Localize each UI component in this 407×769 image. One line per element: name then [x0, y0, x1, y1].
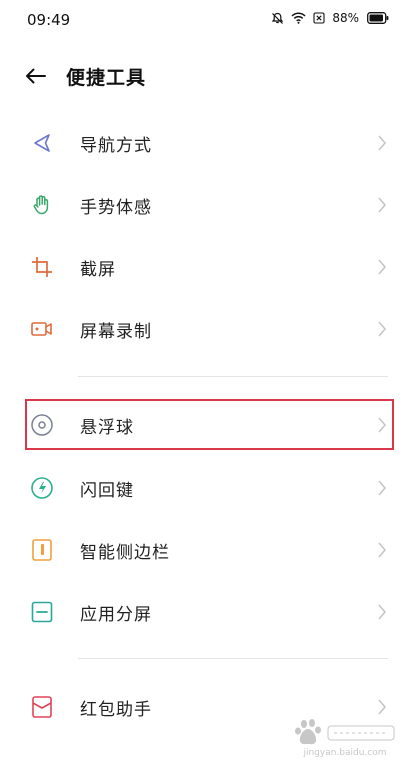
hand-gesture-icon: [30, 193, 54, 217]
battery-percentage: 88%: [332, 11, 359, 25]
chevron-right-icon: [377, 258, 387, 276]
chevron-right-icon: [377, 541, 387, 559]
baidu-paw-logo-icon: [295, 719, 395, 745]
navigation-icon: [30, 131, 54, 155]
back-arrow-icon: [26, 68, 46, 84]
highlight-box: [25, 399, 394, 450]
menu-item-label: 屏幕录制: [80, 322, 152, 342]
menu-item-label: 闪回键: [80, 481, 134, 501]
menu-item-gesture[interactable]: 手势体感: [0, 174, 407, 236]
menu-item-label: 应用分屏: [80, 605, 152, 625]
baidu-watermark: jingyan.baidu.com: [290, 718, 400, 764]
menu-item-label: 导航方式: [80, 136, 152, 156]
split-screen-icon: [30, 600, 54, 624]
back-button[interactable]: [20, 62, 52, 90]
menu-item-screenshot[interactable]: 截屏: [0, 236, 407, 298]
chevron-right-icon: [377, 479, 387, 497]
status-icons: 88%: [271, 11, 389, 25]
menu-item-flashback-key[interactable]: 闪回键: [0, 457, 407, 519]
status-bar: 09:49 88%: [0, 0, 407, 42]
menu-item-smart-sidebar[interactable]: 智能侧边栏: [0, 519, 407, 581]
watermark-text: jingyan.baidu.com: [303, 748, 387, 758]
menu-item-label: 截屏: [80, 260, 116, 280]
status-time: 09:49: [27, 11, 71, 29]
screenshot-crop-icon: [30, 255, 54, 279]
mute-bell-icon: [271, 12, 284, 25]
no-sim-icon: [313, 12, 325, 24]
section-divider: [78, 658, 388, 659]
chevron-right-icon: [377, 320, 387, 338]
chevron-right-icon: [377, 196, 387, 214]
smart-sidebar-icon: [30, 538, 54, 562]
chevron-right-icon: [377, 603, 387, 621]
menu-item-split-screen[interactable]: 应用分屏: [0, 581, 407, 643]
flashback-key-icon: [30, 476, 54, 500]
menu-item-screen-record[interactable]: 屏幕录制: [0, 298, 407, 360]
section-divider: [78, 376, 388, 377]
menu-item-label: 手势体感: [80, 198, 152, 218]
chevron-right-icon: [377, 134, 387, 152]
menu-item-label: 红包助手: [80, 700, 152, 720]
screen-record-icon: [30, 317, 54, 341]
battery-icon: [367, 12, 389, 24]
menu-item-navigation[interactable]: 导航方式: [0, 112, 407, 174]
red-envelope-icon: [30, 695, 54, 719]
chevron-right-icon: [377, 698, 387, 716]
header: 便捷工具: [0, 58, 407, 94]
wifi-icon: [291, 12, 306, 24]
page-title: 便捷工具: [66, 67, 147, 89]
menu-item-label: 智能侧边栏: [80, 543, 170, 563]
